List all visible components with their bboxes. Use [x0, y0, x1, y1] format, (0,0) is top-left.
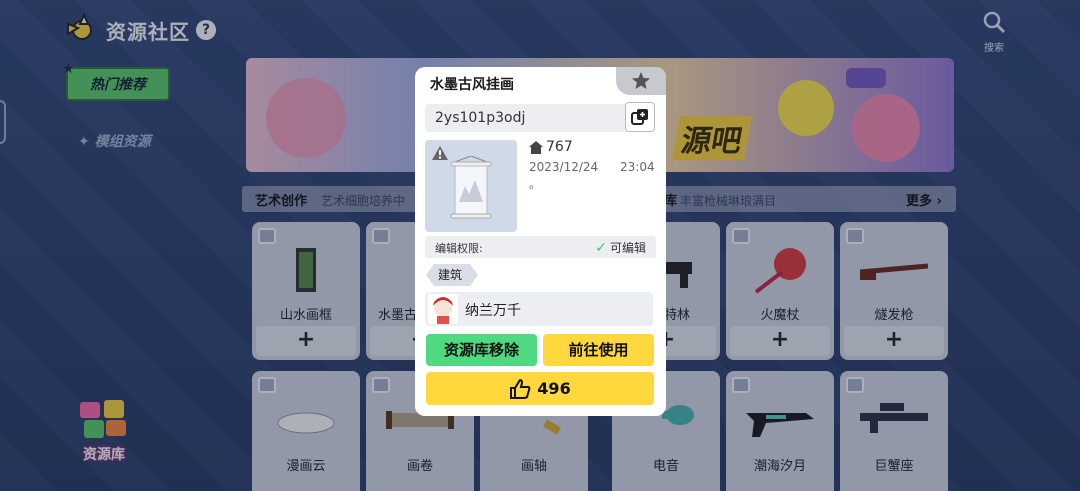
permission-value: ✓ 可编辑: [595, 239, 646, 256]
resource-title: 水墨古风挂画: [430, 77, 514, 93]
category-tag[interactable]: 建筑: [426, 264, 478, 286]
thumbs-up-icon: [510, 378, 531, 399]
resource-description: 。: [529, 177, 542, 191]
favorite-button[interactable]: [616, 67, 666, 95]
resource-code: 2ys101p3odj: [435, 110, 526, 126]
star-icon: [632, 72, 650, 89]
author-name: 纳兰万千: [465, 303, 521, 319]
like-button[interactable]: 496: [426, 372, 654, 405]
copy-button[interactable]: [625, 102, 655, 132]
author-row[interactable]: 纳兰万千: [425, 292, 653, 326]
permission-label: 编辑权限:: [435, 242, 483, 255]
check-icon: ✓: [595, 239, 607, 256]
publish-time: 23:04: [620, 160, 655, 174]
avatar: [428, 294, 458, 324]
owner-count: 767: [529, 139, 573, 155]
resource-detail-dialog: 水墨古风挂画 2ys101p3odj 767 2023/12/24 23:04 …: [415, 67, 666, 416]
resource-code-field: 2ys101p3odj: [425, 102, 655, 132]
house-icon: [529, 140, 543, 154]
permission-value-text: 可编辑: [609, 241, 646, 255]
like-count: 496: [537, 379, 571, 398]
go-use-button[interactable]: 前往使用: [543, 334, 654, 366]
avatar-image: [433, 297, 453, 324]
publish-date: 2023/12/24: [529, 160, 599, 174]
owner-count-value: 767: [546, 139, 573, 155]
remove-from-library-button[interactable]: 资源库移除: [426, 334, 537, 366]
edit-permission-row: 编辑权限: ✓ 可编辑: [425, 236, 656, 258]
copy-icon: [631, 109, 648, 125]
hanging-scroll-image: [450, 156, 492, 219]
resource-preview: [425, 140, 517, 232]
